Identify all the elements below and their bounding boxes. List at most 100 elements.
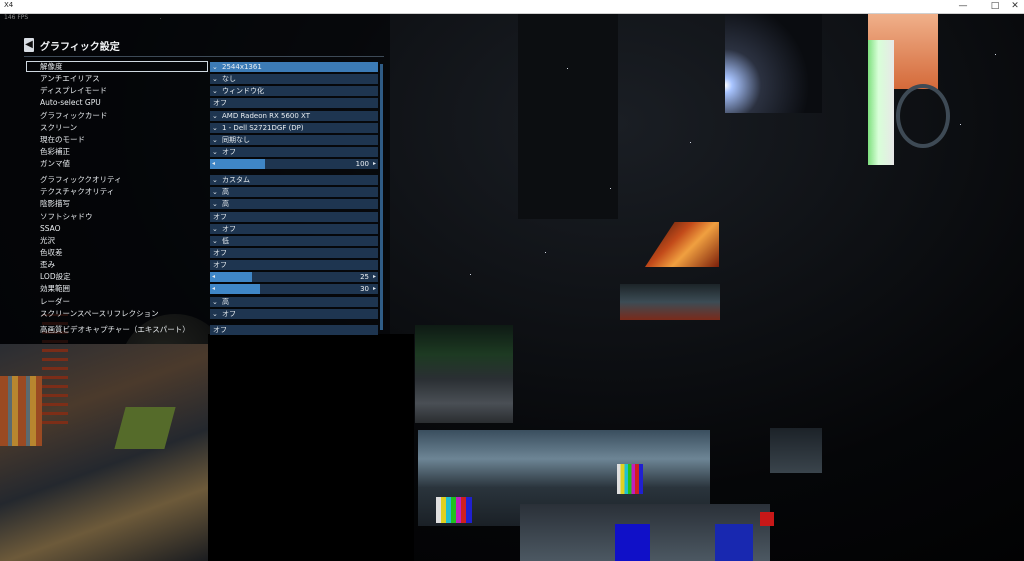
setting-row[interactable]: 効果範囲 ◂ 30 ▸ — [24, 283, 386, 295]
setting-dropdown[interactable]: ⌄ オフ — [210, 223, 378, 234]
setting-row[interactable]: 解像度 ⌄ 2544x1361 — [24, 61, 386, 73]
close-icon[interactable]: ✕ — [1004, 0, 1024, 13]
slider-fill — [210, 272, 252, 283]
setting-toggle[interactable]: オフ — [210, 98, 378, 109]
setting-label: 光沢 — [40, 235, 55, 245]
setting-row[interactable]: LOD設定 ◂ 25 ▸ — [24, 271, 386, 283]
setting-value: オフ — [213, 325, 227, 334]
settings-scrollbar[interactable] — [380, 64, 383, 330]
slider-value: 30 — [360, 285, 369, 294]
setting-dropdown[interactable]: ⌄ 高 — [210, 199, 378, 210]
setting-row[interactable]: 陰影描写 ⌄ 高 — [24, 198, 386, 210]
setting-label: 色彩補正 — [40, 146, 70, 156]
setting-dropdown[interactable]: ⌄ 同期なし — [210, 134, 378, 145]
setting-value: 高 — [222, 188, 229, 197]
setting-value: オフ — [213, 248, 227, 257]
slider-value: 25 — [360, 273, 369, 282]
setting-label: 解像度 — [40, 62, 63, 71]
menu-lower-shade — [208, 334, 414, 561]
setting-value: カスタム — [222, 176, 250, 185]
setting-dropdown[interactable]: ⌄ なし — [210, 74, 378, 85]
setting-value: オフ — [222, 309, 236, 318]
tv-screen-image — [617, 464, 643, 494]
setting-label: ソフトシャドウ — [40, 211, 93, 221]
setting-dropdown[interactable]: ⌄ ウィンドウ化 — [210, 86, 378, 97]
setting-dropdown[interactable]: ⌄ 2544x1361 — [210, 62, 378, 72]
nebula-deck-image — [415, 325, 513, 423]
setting-dropdown[interactable]: ⌄ 高 — [210, 296, 378, 307]
setting-row[interactable]: Auto-select GPU オフ — [24, 97, 386, 109]
setting-dropdown[interactable]: ⌄ カスタム — [210, 175, 378, 186]
setting-row[interactable]: ディスプレイモード ⌄ ウィンドウ化 — [24, 85, 386, 97]
setting-value: 同期なし — [222, 135, 250, 144]
page-title: グラフィック設定 — [40, 41, 120, 53]
triangle-left-icon[interactable]: ◂ — [212, 284, 215, 294]
check-chevron-icon: ⌄ — [212, 224, 218, 233]
triangle-right-icon[interactable]: ▸ — [373, 284, 376, 294]
setting-label: グラフィッククオリティ — [40, 175, 122, 185]
slider-fill — [210, 159, 265, 170]
setting-label: 陰影描写 — [40, 199, 70, 209]
setting-row[interactable]: グラフィッククオリティ ⌄ カスタム — [24, 174, 386, 186]
setting-row[interactable]: 高画質ビデオキャプチャー（エキスパート） オフ — [24, 324, 386, 336]
setting-label: 効果範囲 — [40, 284, 70, 294]
setting-value: なし — [222, 75, 236, 84]
check-chevron-icon: ⌄ — [212, 188, 218, 197]
setting-toggle[interactable]: オフ — [210, 260, 378, 271]
setting-toggle[interactable]: オフ — [210, 247, 378, 258]
setting-row[interactable]: テクスチャクオリティ ⌄ 高 — [24, 186, 386, 198]
setting-slider[interactable]: ◂ 30 ▸ — [210, 284, 378, 295]
setting-row[interactable]: 現在のモード ⌄ 同期なし — [24, 134, 386, 146]
setting-label: アンチエイリアス — [40, 74, 100, 84]
setting-label: ディスプレイモード — [40, 86, 107, 96]
setting-row[interactable]: SSAO ⌄ オフ — [24, 223, 386, 235]
setting-row[interactable]: 色収差 オフ — [24, 247, 386, 259]
check-chevron-icon: ⌄ — [212, 75, 218, 84]
setting-row[interactable]: グラフィックカード ⌄ AMD Radeon RX 5600 XT — [24, 110, 386, 122]
tv-screen-image — [436, 497, 472, 523]
minimize-icon[interactable]: — — [952, 0, 974, 13]
setting-row[interactable]: ガンマ値 ◂ 100 ▸ — [24, 158, 386, 170]
window-titlebar: X4 — □ ✕ — [0, 0, 1024, 14]
setting-label: 現在のモード — [40, 134, 85, 144]
setting-label: スクリーンスペースリフレクション — [40, 308, 159, 318]
triangle-left-icon[interactable]: ◂ — [212, 159, 215, 169]
star — [470, 274, 471, 275]
setting-row[interactable]: ソフトシャドウ オフ — [24, 211, 386, 223]
setting-value: 高 — [222, 200, 229, 209]
setting-dropdown[interactable]: ⌄ 低 — [210, 235, 378, 246]
cargo-crates-image — [0, 376, 42, 446]
triangle-right-icon[interactable]: ▸ — [373, 159, 376, 169]
setting-label: ガンマ値 — [40, 159, 70, 169]
setting-row[interactable]: 光沢 ⌄ 低 — [24, 235, 386, 247]
setting-value: 1 - Dell S2721DGF (DP) — [222, 123, 304, 132]
slider-value: 100 — [355, 160, 369, 169]
setting-row[interactable]: スクリーン ⌄ 1 - Dell S2721DGF (DP) — [24, 122, 386, 134]
setting-dropdown[interactable]: ⌄ 高 — [210, 187, 378, 198]
setting-row[interactable]: 歪み オフ — [24, 259, 386, 271]
blue-light-image — [615, 524, 650, 561]
setting-row[interactable]: 色彩補正 ⌄ オフ — [24, 146, 386, 158]
setting-dropdown[interactable]: ⌄ 1 - Dell S2721DGF (DP) — [210, 122, 378, 133]
back-button[interactable]: ◀ — [24, 38, 34, 52]
setting-slider[interactable]: ◂ 25 ▸ — [210, 272, 378, 283]
check-chevron-icon: ⌄ — [212, 87, 218, 96]
setting-toggle[interactable]: オフ — [210, 211, 378, 222]
triangle-right-icon[interactable]: ▸ — [373, 272, 376, 282]
window-title: X4 — [4, 1, 14, 9]
setting-row[interactable]: レーダー ⌄ 高 — [24, 296, 386, 308]
setting-label: 歪み — [40, 260, 55, 270]
setting-toggle[interactable]: オフ — [210, 324, 378, 335]
setting-dropdown[interactable]: ⌄ オフ — [210, 146, 378, 157]
setting-row[interactable]: アンチエイリアス ⌄ なし — [24, 73, 386, 85]
triangle-left-icon[interactable]: ◂ — [212, 272, 215, 282]
maximize-icon[interactable]: □ — [984, 0, 1006, 13]
setting-label: グラフィックカード — [40, 110, 108, 120]
setting-slider[interactable]: ◂ 100 ▸ — [210, 159, 378, 170]
settings-list: 解像度 ⌄ 2544x1361 アンチエイリアス ⌄ なし ディスプレイモード ⌄ ウィンドウ化… — [24, 61, 386, 336]
star — [690, 142, 691, 143]
setting-row[interactable]: スクリーンスペースリフレクション ⌄ オフ — [24, 308, 386, 320]
setting-dropdown[interactable]: ⌄ AMD Radeon RX 5600 XT — [210, 110, 378, 121]
setting-value: 2544x1361 — [222, 63, 262, 71]
setting-dropdown[interactable]: ⌄ オフ — [210, 308, 378, 319]
